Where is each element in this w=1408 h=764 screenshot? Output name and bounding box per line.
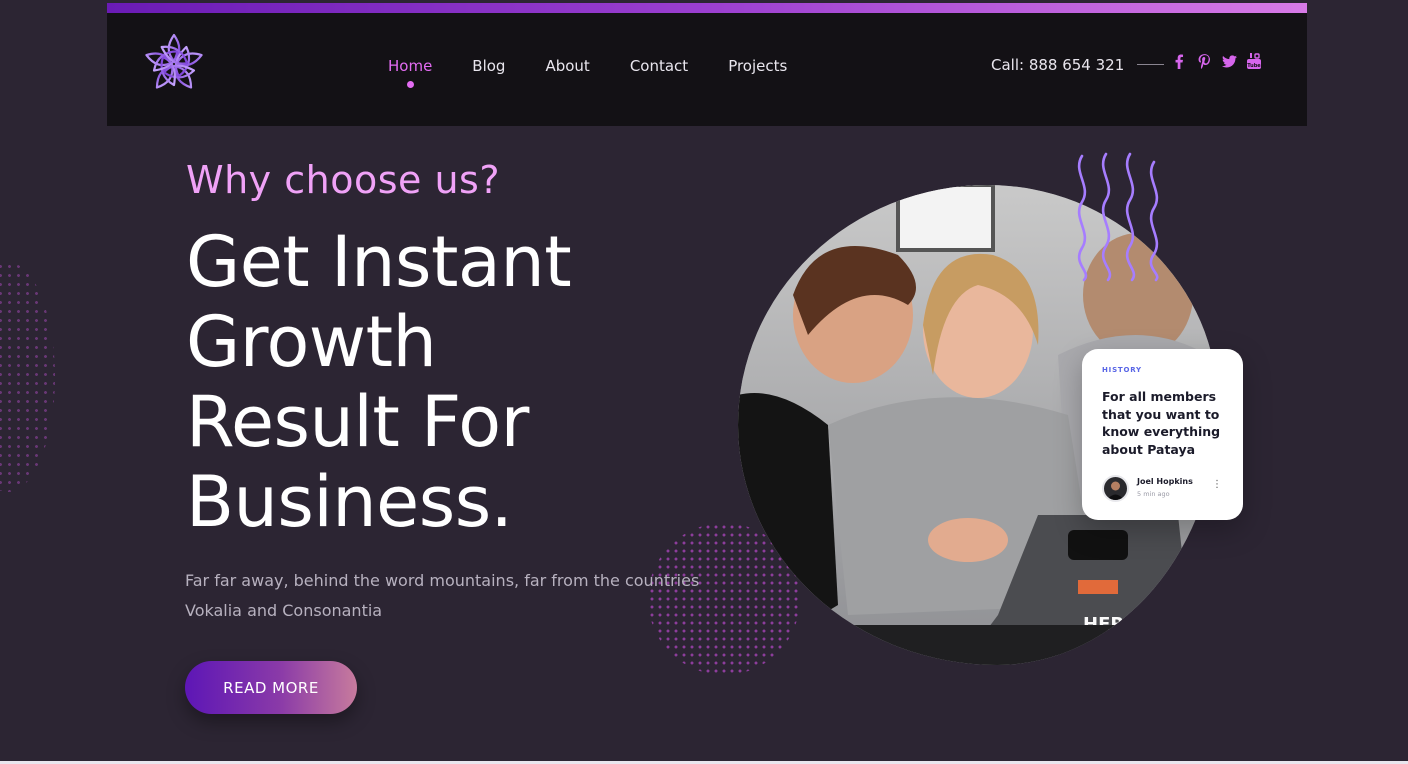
- pinterest-icon[interactable]: [1196, 52, 1212, 70]
- decorative-dot-pattern-left: [0, 262, 55, 492]
- svg-text:Tube: Tube: [1247, 63, 1261, 69]
- site-header: Home Blog About Contact Projects Call: 8…: [107, 13, 1307, 126]
- hero-description: Far far away, behind the word mountains,…: [185, 571, 700, 620]
- hero-headline: Get Instant Growth Result For Business.: [186, 222, 706, 542]
- card-author-name: Joel Hopkins: [1137, 477, 1193, 486]
- nav-contact-label: Contact: [629, 57, 689, 75]
- nav-blog-label: Blog: [472, 57, 506, 75]
- social-links: Tube: [1171, 52, 1262, 70]
- card-title: For all members that you want to know ev…: [1102, 389, 1221, 457]
- facebook-icon[interactable]: [1171, 52, 1187, 70]
- headline-line-3: Result For: [186, 381, 529, 463]
- headline-line-1: Get Instant: [186, 221, 572, 303]
- nav-about[interactable]: About: [545, 57, 589, 75]
- card-timestamp: 5 min ago: [1137, 490, 1170, 498]
- divider-line: [1137, 64, 1164, 65]
- card-tag: HISTORY: [1102, 366, 1142, 374]
- header-accent-bar: [107, 3, 1307, 13]
- hero-kicker: Why choose us?: [186, 158, 501, 202]
- headline-line-2: Growth: [186, 301, 437, 383]
- avatar: [1102, 475, 1129, 502]
- nav-projects[interactable]: Projects: [728, 57, 787, 75]
- decorative-squiggle-lines: [1077, 152, 1159, 282]
- nav-blog[interactable]: Blog: [472, 57, 505, 75]
- nav-home-label: Home: [388, 57, 433, 75]
- headline-line-4: Business.: [186, 461, 513, 543]
- call-phone-text[interactable]: Call: 888 654 321: [991, 56, 1124, 74]
- main-nav: Home Blog About Contact Projects: [388, 57, 827, 88]
- more-options-icon[interactable]: ⋮: [1212, 480, 1222, 490]
- read-more-button[interactable]: READ MORE: [185, 661, 357, 714]
- youtube-icon[interactable]: Tube: [1246, 52, 1262, 70]
- twitter-icon[interactable]: [1221, 52, 1237, 70]
- logo-icon[interactable]: [141, 31, 207, 97]
- nav-contact[interactable]: Contact: [630, 57, 688, 75]
- nav-home[interactable]: Home: [388, 57, 433, 88]
- nav-about-label: About: [545, 57, 590, 75]
- nav-projects-label: Projects: [728, 57, 788, 75]
- active-indicator-dot: [407, 81, 415, 88]
- history-card[interactable]: HISTORY For all members that you want to…: [1082, 349, 1243, 520]
